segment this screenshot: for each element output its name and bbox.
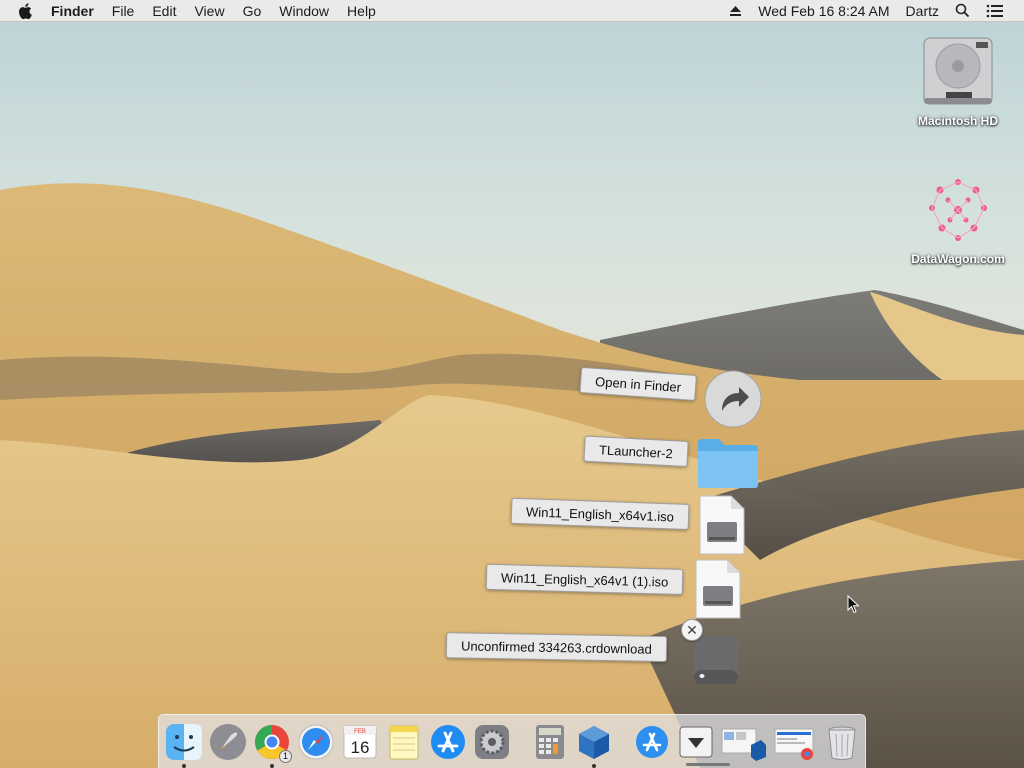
mouse-cursor-icon xyxy=(847,595,860,614)
disk-image-icon[interactable] xyxy=(693,558,743,620)
dock: 1 FEB 16 xyxy=(158,714,866,768)
user-menu[interactable]: Dartz xyxy=(898,0,947,21)
stack-item-win11-iso-copy-label[interactable]: Win11_English_x64v1 (1).iso xyxy=(485,563,684,595)
dock-virtualbox[interactable] xyxy=(575,721,613,768)
app-menu-finder[interactable]: Finder xyxy=(42,0,103,21)
calendar-icon: FEB 16 xyxy=(343,725,377,758)
dock-safari[interactable] xyxy=(297,721,335,763)
desktop-icon-macintosh-hd[interactable]: Macintosh HD xyxy=(903,30,1013,128)
trash-icon xyxy=(828,726,856,760)
generic-disk-icon[interactable] xyxy=(692,630,740,686)
menu-edit[interactable]: Edit xyxy=(143,0,185,21)
calendar-month: FEB xyxy=(354,729,366,735)
notification-center-icon[interactable] xyxy=(978,0,1012,21)
dock-system-preferences[interactable] xyxy=(473,721,511,763)
dock-notes[interactable] xyxy=(385,721,423,763)
menu-go[interactable]: Go xyxy=(234,0,271,21)
dock-calendar[interactable]: FEB 16 xyxy=(341,721,379,763)
dock-applications-folder[interactable] xyxy=(633,721,671,763)
dock-window-thumbnail-1[interactable] xyxy=(721,721,767,763)
desktop-icon-label: Macintosh HD xyxy=(917,114,998,128)
app-store-icon xyxy=(431,724,465,759)
dock-launchpad[interactable] xyxy=(209,721,247,763)
eject-icon[interactable] xyxy=(721,0,750,21)
stack-item-crdownload-label[interactable]: Unconfirmed 334263.crdownload xyxy=(445,632,668,662)
dock-chrome[interactable]: 1 xyxy=(253,721,292,768)
pink-molecule-image xyxy=(929,179,987,241)
menu-window[interactable]: Window xyxy=(270,0,338,21)
apple-menu-icon[interactable] xyxy=(0,0,42,21)
hard-drive-icon xyxy=(923,37,993,105)
window-thumbnail-icon xyxy=(721,728,766,761)
disk-image-icon[interactable] xyxy=(697,494,747,556)
menu-help[interactable]: Help xyxy=(338,0,385,21)
menu-file[interactable]: File xyxy=(103,0,144,21)
dock-window-thumbnail-2[interactable] xyxy=(773,721,817,763)
dock-downloads-stack[interactable] xyxy=(677,721,715,763)
notification-badge: 1 xyxy=(279,749,292,763)
open-in-finder-arrow-icon[interactable] xyxy=(703,369,763,429)
launchpad-rocket-icon xyxy=(210,723,246,760)
notes-icon xyxy=(389,725,419,759)
gear-icon xyxy=(475,724,509,759)
dock-finder[interactable] xyxy=(165,721,203,768)
window-thumbnail-icon xyxy=(774,728,814,760)
downloads-stack-icon xyxy=(679,726,713,757)
running-indicator xyxy=(592,763,596,768)
menubar-clock[interactable]: Wed Feb 16 8:24 AM xyxy=(750,0,897,21)
desktop-icon-label: DataWagon.com xyxy=(911,252,1005,266)
menu-view[interactable]: View xyxy=(185,0,233,21)
dock-trash[interactable] xyxy=(823,721,861,763)
stack-open-indicator xyxy=(686,763,730,766)
desktop-icon-datawagon[interactable]: DataWagon.com xyxy=(903,172,1013,266)
menu-bar: Finder File Edit View Go Window Help Wed… xyxy=(0,0,1024,22)
applications-folder-icon xyxy=(636,725,668,758)
cancel-download-close-icon[interactable]: ✕ xyxy=(681,619,703,641)
dock-calculator[interactable] xyxy=(531,721,569,763)
spotlight-search-icon[interactable] xyxy=(947,0,978,21)
calculator-icon xyxy=(536,724,564,759)
stack-item-tlauncher-2-label[interactable]: TLauncher-2 xyxy=(583,435,689,467)
finder-icon xyxy=(166,723,202,760)
safari-compass-icon xyxy=(298,724,334,759)
apple-logo-icon xyxy=(19,2,32,19)
calendar-day: 16 xyxy=(351,738,370,757)
dock-app-store[interactable] xyxy=(429,721,467,763)
running-indicator xyxy=(182,763,186,768)
running-indicator xyxy=(270,763,274,768)
folder-icon[interactable] xyxy=(695,435,761,491)
virtualbox-cube-icon xyxy=(579,725,609,759)
